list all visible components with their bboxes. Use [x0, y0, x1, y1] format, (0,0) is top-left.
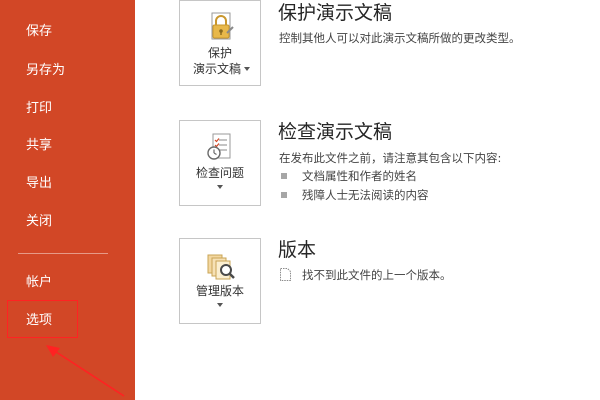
versions-section-title: 版本 [278, 239, 317, 261]
bullet-square-icon [281, 191, 287, 198]
bullet-square-icon [281, 172, 287, 179]
manage-versions-label: 管理版本 [195, 284, 244, 298]
annotation-highlight-box [7, 300, 78, 338]
sidebar-item-print[interactable]: 打印 [0, 94, 135, 124]
sidebar-item-save[interactable]: 保存 [0, 17, 135, 47]
manage-versions-button[interactable]: 管理版本 [179, 238, 261, 324]
protect-tile-label-line1: 保护 [207, 46, 232, 60]
check-issues-button[interactable]: 检查问题 [179, 120, 261, 206]
protect-section-desc: 控制其他人可以对此演示文稿所做的更改类型。 [279, 31, 521, 45]
protect-presentation-button[interactable]: 保护 演示文稿 [179, 0, 261, 86]
inspect-bullet-text: 文档属性和作者的姓名 [302, 169, 417, 183]
sidebar-item-save-as[interactable]: 另存为 [0, 56, 135, 86]
document-icon [280, 268, 291, 281]
lock-document-icon [211, 12, 234, 40]
inspect-section-desc: 在发布此文件之前，请注意其包含以下内容: [279, 151, 502, 165]
versions-magnifier-icon [207, 254, 235, 280]
sidebar-divider [18, 253, 108, 254]
check-issues-label: 检查问题 [195, 166, 244, 180]
protect-section-title: 保护演示文稿 [278, 2, 393, 24]
versions-section-desc: 找不到此文件的上一个版本。 [302, 268, 452, 282]
inspect-section-title: 检查演示文稿 [278, 121, 393, 143]
sidebar-item-account[interactable]: 帐户 [0, 268, 135, 298]
sidebar-item-export[interactable]: 导出 [0, 169, 135, 199]
inspect-bullet-item: 残障人士无法阅读的内容 [281, 186, 429, 204]
annotation-arrow-icon [46, 345, 125, 397]
chevron-down-icon [244, 67, 250, 71]
inspect-bullet-item: 文档属性和作者的姓名 [281, 167, 417, 185]
chevron-down-icon [217, 303, 223, 307]
inspect-checklist-icon [207, 133, 231, 160]
sidebar-item-share[interactable]: 共享 [0, 131, 135, 161]
chevron-down-icon [217, 185, 223, 189]
inspect-bullet-text: 残障人士无法阅读的内容 [302, 188, 429, 202]
protect-tile-label-line2: 演示文稿 [192, 62, 241, 76]
versions-row: 找不到此文件的上一个版本。 [280, 266, 452, 284]
sidebar-item-close[interactable]: 关闭 [0, 207, 135, 237]
